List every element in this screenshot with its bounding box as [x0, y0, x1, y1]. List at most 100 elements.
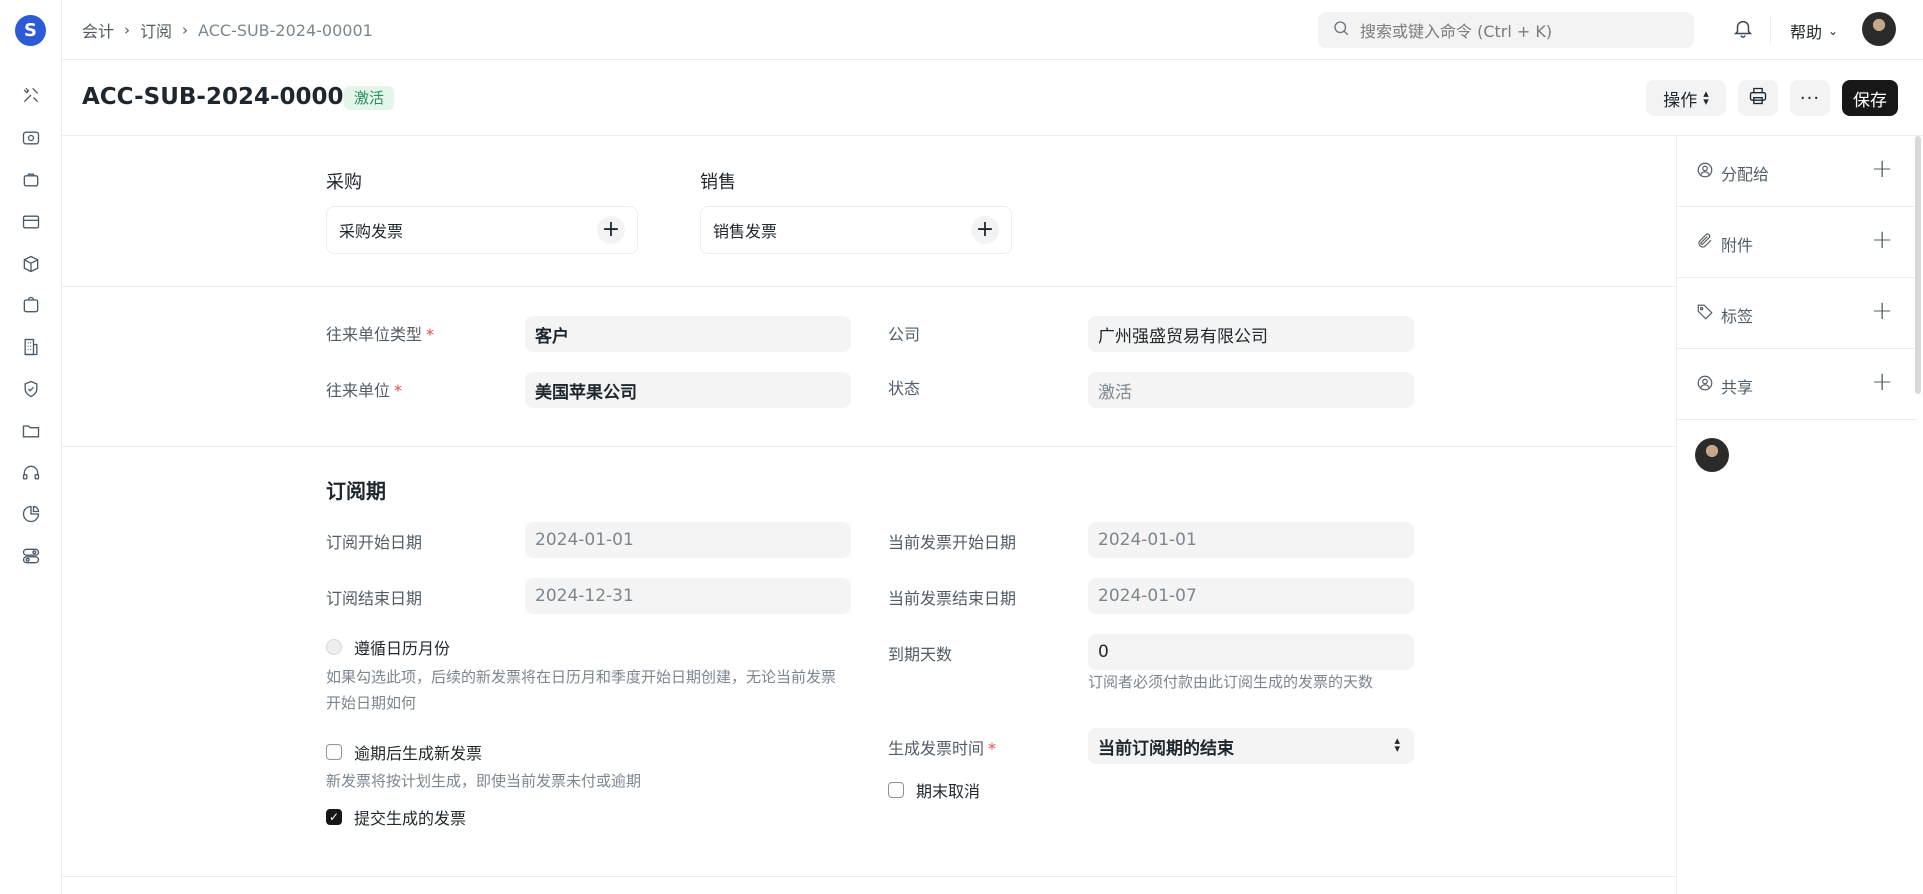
bag-icon[interactable]: [20, 294, 42, 316]
days-until-due-field[interactable]: 0: [1088, 634, 1414, 670]
checkbox-box[interactable]: [326, 744, 342, 760]
notification-bell-icon[interactable]: [1732, 17, 1756, 41]
cancel-at-period-end-label: 期末取消: [916, 782, 981, 801]
company-field[interactable]: 广州强盛贸易有限公司: [1088, 316, 1414, 352]
box-icon[interactable]: [20, 253, 42, 275]
owner-avatar[interactable]: [1695, 438, 1729, 472]
select-arrows-icon: ▴ ▾: [1394, 734, 1400, 755]
end-date-label: 订阅结束日期: [326, 589, 423, 608]
printer-icon: [1748, 86, 1768, 111]
scrollbar[interactable]: [1915, 136, 1921, 394]
chevron-right-icon: ›: [124, 21, 131, 39]
user-add-icon: [1696, 161, 1716, 181]
assign-to-label: 分配给: [1721, 165, 1770, 184]
eye-icon[interactable]: [20, 127, 42, 149]
days-until-due-help: 订阅者必须付款由此订阅生成的发票的天数: [1088, 673, 1374, 691]
generate-at-value: 当前订阅期的结束: [1098, 738, 1234, 759]
checkbox-box[interactable]: [888, 782, 904, 798]
sales-invoice-link[interactable]: 销售发票 +: [700, 206, 1012, 254]
share-row[interactable]: 共享 +: [1677, 349, 1917, 420]
current-start-label: 当前发票开始日期: [888, 533, 1017, 552]
check-icon[interactable]: ✓: [326, 809, 342, 825]
tags-row[interactable]: 标签 +: [1677, 278, 1917, 349]
generate-at-label: 生成发票时间 *: [888, 739, 997, 758]
submit-invoice-label: 提交生成的发票: [354, 809, 467, 828]
share-user-icon: [1696, 374, 1716, 394]
generate-at-select[interactable]: 当前订阅期的结束 ▴ ▾: [1088, 728, 1414, 764]
actions-label: 操作: [1663, 90, 1698, 111]
app-logo[interactable]: S: [15, 15, 46, 46]
divider: [1770, 16, 1771, 44]
breadcrumb-accounting[interactable]: 会计: [82, 18, 114, 42]
checkbox-box[interactable]: [326, 639, 342, 655]
follow-calendar-label: 遵循日历月份: [354, 639, 451, 658]
assign-to-row[interactable]: 分配给 +: [1677, 136, 1917, 207]
purchase-invoice-label: 采购发票: [339, 222, 404, 241]
add-purchase-invoice-button[interactable]: +: [597, 216, 625, 244]
current-start-field[interactable]: 2024-01-01: [1088, 522, 1414, 558]
attachments-label: 附件: [1721, 236, 1754, 255]
tag-icon: [1696, 303, 1716, 323]
company-label: 公司: [888, 325, 921, 344]
card-icon[interactable]: [20, 211, 42, 233]
save-button[interactable]: 保存: [1842, 80, 1898, 116]
generate-after-overdue-checkbox[interactable]: 逾期后生成新发票: [326, 740, 482, 764]
shield-icon[interactable]: [20, 378, 42, 400]
status-label: 状态: [888, 379, 921, 398]
ellipsis-icon: ···: [1799, 87, 1821, 109]
help-dropdown[interactable]: 帮助 ⌄: [1790, 19, 1838, 43]
status-badge: 激活: [344, 86, 395, 110]
toggle-icon[interactable]: [20, 545, 42, 567]
purchase-invoice-link[interactable]: 采购发票 +: [326, 206, 638, 254]
party-type-label: 往来单位类型 *: [326, 325, 435, 344]
search-placeholder: 搜索或键入命令 (Ctrl + K): [1360, 22, 1553, 41]
add-attachment-button[interactable]: +: [1871, 225, 1893, 255]
sales-group-title: 销售: [700, 172, 736, 193]
breadcrumb-subscription[interactable]: 订阅: [140, 18, 172, 42]
start-date-field[interactable]: 2024-01-01: [525, 522, 851, 558]
party-field[interactable]: 美国苹果公司: [525, 372, 851, 408]
follow-calendar-help: 如果勾选此项，后续的新发票将在日历月和季度开始日期创建，无论当前发票开始日期如何: [326, 668, 837, 712]
building-icon[interactable]: [20, 336, 42, 358]
form-main: 采购 采购发票 + 销售 销售发票 + 往来单位类型 * 客户 往来单位 * 美国苹…: [62, 136, 1676, 894]
print-button[interactable]: [1738, 80, 1778, 116]
sales-invoice-label: 销售发票: [713, 222, 778, 241]
section-title: 订阅期: [326, 479, 386, 503]
paperclip-icon: [1696, 232, 1716, 252]
left-sidebar: S: [0, 0, 62, 894]
purchase-group-title: 采购: [326, 172, 362, 193]
page-header: ACC-SUB-2024-00001 激活 操作 ▴ ▾ ··· 保存: [62, 60, 1923, 136]
folder-icon[interactable]: [20, 420, 42, 442]
sort-arrows-icon: ▴ ▾: [1703, 87, 1709, 108]
submit-invoice-checkbox[interactable]: ✓ 提交生成的发票: [326, 805, 466, 829]
actions-button[interactable]: 操作 ▴ ▾: [1646, 80, 1726, 116]
status-field: 激活: [1088, 372, 1414, 408]
add-tag-button[interactable]: +: [1871, 296, 1893, 326]
more-button[interactable]: ···: [1790, 80, 1830, 116]
attachments-row[interactable]: 附件 +: [1677, 207, 1917, 278]
pie-chart-icon[interactable]: [20, 503, 42, 525]
party-label: 往来单位 *: [326, 381, 403, 400]
add-share-button[interactable]: +: [1871, 367, 1893, 397]
top-bar: 会计 › 订阅 › ACC-SUB-2024-00001 搜索或键入命令 (Ct…: [62, 0, 1923, 60]
headset-icon[interactable]: [20, 462, 42, 484]
chevron-down-icon: ⌄: [1828, 24, 1839, 38]
user-avatar[interactable]: [1862, 12, 1896, 46]
generate-after-overdue-label: 逾期后生成新发票: [354, 744, 483, 763]
add-assign-button[interactable]: +: [1871, 154, 1893, 184]
app-root: S 会计 › 订阅 › ACC-SUB-2024-00001 搜索或键入命令 (…: [0, 0, 1923, 894]
current-end-label: 当前发票结束日期: [888, 589, 1017, 608]
current-end-field[interactable]: 2024-01-07: [1088, 578, 1414, 614]
page-title: ACC-SUB-2024-00001: [82, 84, 360, 110]
briefcase-icon[interactable]: [20, 169, 42, 191]
breadcrumb: 会计 › 订阅 › ACC-SUB-2024-00001: [82, 18, 373, 42]
follow-calendar-checkbox[interactable]: 遵循日历月份: [326, 635, 450, 659]
party-type-field[interactable]: 客户: [525, 316, 851, 352]
add-sales-invoice-button[interactable]: +: [971, 216, 999, 244]
search-input[interactable]: 搜索或键入命令 (Ctrl + K): [1318, 12, 1694, 48]
cancel-at-period-end-checkbox[interactable]: 期末取消: [888, 778, 980, 802]
end-date-field[interactable]: 2024-12-31: [525, 578, 851, 614]
help-label: 帮助: [1790, 23, 1823, 42]
connections-section: 采购 采购发票 + 销售 销售发票 +: [62, 136, 1676, 287]
tools-icon[interactable]: [20, 84, 42, 106]
